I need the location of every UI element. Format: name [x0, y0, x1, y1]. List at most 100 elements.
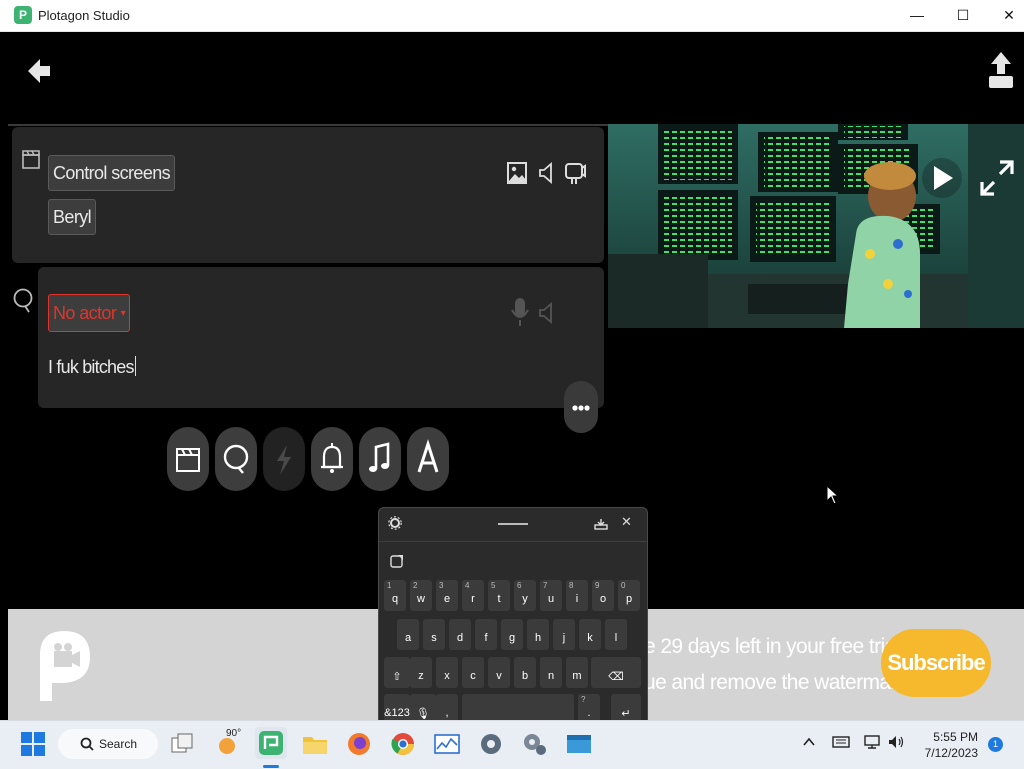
- export-button[interactable]: [986, 50, 1016, 90]
- keyboard-close-button[interactable]: ✕: [621, 514, 632, 530]
- expand-icon: [980, 160, 1014, 196]
- key-g[interactable]: g: [501, 619, 523, 650]
- maximize-button[interactable]: ☐: [940, 0, 986, 31]
- key-hint: 1: [387, 581, 392, 590]
- camera-icon[interactable]: [564, 160, 586, 191]
- key-f[interactable]: f: [475, 619, 497, 650]
- add-sound-effect-button[interactable]: [311, 427, 353, 491]
- dock-icon: [594, 519, 608, 530]
- show-hidden-icons-button[interactable]: [802, 735, 816, 754]
- scene-card[interactable]: [12, 127, 604, 263]
- plotagon-app-icon: P: [14, 6, 32, 24]
- clock-date[interactable]: 7/12/2023: [916, 746, 978, 760]
- key-s[interactable]: s: [423, 619, 445, 650]
- key-label: k: [587, 632, 593, 644]
- key-a[interactable]: a: [397, 619, 419, 650]
- taskbar-settings[interactable]: [476, 729, 506, 759]
- key-label: ↵: [621, 708, 631, 720]
- actor-dropdown[interactable]: No actor ▾: [48, 294, 131, 332]
- key-label: u: [547, 593, 555, 605]
- image-icon[interactable]: [506, 161, 528, 190]
- key-y[interactable]: 6y: [514, 580, 536, 611]
- taskbar-plotagon[interactable]: [255, 727, 287, 759]
- key-l[interactable]: l: [605, 619, 627, 650]
- subscribe-button[interactable]: Subscribe: [881, 629, 991, 697]
- window-app-icon: [567, 735, 591, 753]
- key-r[interactable]: 4r: [462, 580, 484, 611]
- key-label: o: [599, 593, 607, 605]
- minimize-button[interactable]: —: [894, 0, 940, 31]
- key-p[interactable]: 0p: [618, 580, 640, 611]
- taskbar-file-explorer[interactable]: [300, 729, 330, 759]
- key-shift[interactable]: ⇧: [384, 657, 410, 688]
- keyboard-settings-button[interactable]: [388, 516, 402, 535]
- speaker-icon[interactable]: [538, 302, 554, 329]
- key-d[interactable]: d: [449, 619, 471, 650]
- dialog-card[interactable]: [38, 267, 604, 408]
- key-label: t: [497, 593, 501, 605]
- taskbar-monitor-app[interactable]: [432, 729, 462, 759]
- key-backspace[interactable]: ⌫: [591, 657, 641, 688]
- emoji-panel-button[interactable]: [390, 554, 404, 573]
- key-i[interactable]: 8i: [566, 580, 588, 611]
- key-v[interactable]: v: [488, 657, 510, 688]
- key-q[interactable]: 1q: [384, 580, 406, 611]
- chart-app-icon: [434, 734, 460, 754]
- more-options-button[interactable]: [564, 381, 598, 433]
- key-hint: 7: [543, 581, 548, 590]
- taskbar-control-panel[interactable]: [520, 729, 550, 759]
- taskbar-keyboard-app[interactable]: [564, 729, 594, 759]
- mouse-cursor: [826, 484, 840, 510]
- add-music-button[interactable]: [359, 427, 401, 491]
- speaker-icon[interactable]: [538, 162, 554, 189]
- notification-badge[interactable]: 1: [988, 737, 1003, 752]
- window-title-bar: P Plotagon Studio — ☐ ✕: [0, 0, 1024, 32]
- add-dialog-button[interactable]: [215, 427, 257, 491]
- play-button[interactable]: [922, 158, 962, 198]
- taskbar-firefox[interactable]: [344, 729, 374, 759]
- key-h[interactable]: h: [527, 619, 549, 650]
- dialog-text-input[interactable]: I fuk bitches: [48, 356, 136, 378]
- clock-time[interactable]: 5:55 PM: [916, 730, 978, 744]
- key-j[interactable]: j: [553, 619, 575, 650]
- add-scene-button[interactable]: [167, 427, 209, 491]
- key-m[interactable]: m: [566, 657, 588, 688]
- key-z[interactable]: z: [410, 657, 432, 688]
- chevron-down-icon: ▾: [120, 308, 126, 319]
- volume-tray-icon[interactable]: [887, 734, 905, 755]
- key-label: j: [562, 632, 566, 644]
- taskbar-search[interactable]: Search: [58, 729, 158, 759]
- close-button[interactable]: ✕: [986, 0, 1024, 31]
- back-button[interactable]: [26, 56, 54, 86]
- taskbar-chrome[interactable]: [388, 729, 418, 759]
- key-n[interactable]: n: [540, 657, 562, 688]
- key-x[interactable]: x: [436, 657, 458, 688]
- touch-keyboard-tray-button[interactable]: [832, 735, 850, 754]
- location-chip[interactable]: Control screens: [48, 155, 176, 191]
- fullscreen-button[interactable]: [976, 156, 1018, 200]
- key-k[interactable]: k: [579, 619, 601, 650]
- scene-preview[interactable]: [608, 124, 1024, 328]
- key-label: d: [456, 632, 464, 644]
- key-w[interactable]: 2w: [410, 580, 432, 611]
- start-button[interactable]: [18, 729, 48, 759]
- key-o[interactable]: 9o: [592, 580, 614, 611]
- key-hint: 0: [621, 581, 626, 590]
- character-chip[interactable]: Beryl: [48, 199, 97, 235]
- key-t[interactable]: 5t: [488, 580, 510, 611]
- keyboard-drag-handle[interactable]: [498, 523, 528, 525]
- key-hint: ?: [581, 695, 586, 704]
- play-icon: [934, 166, 953, 190]
- key-e[interactable]: 3e: [436, 580, 458, 611]
- add-text-button[interactable]: [407, 427, 449, 491]
- key-b[interactable]: b: [514, 657, 536, 688]
- keyboard-dock-button[interactable]: [594, 517, 608, 536]
- weather-widget[interactable]: 90°: [214, 728, 244, 759]
- task-view-button[interactable]: [168, 729, 198, 759]
- network-tray-icon[interactable]: [864, 734, 880, 755]
- microphone-icon[interactable]: [510, 296, 530, 333]
- key-u[interactable]: 7u: [540, 580, 562, 611]
- add-action-button[interactable]: [263, 427, 305, 491]
- key-label: v: [496, 670, 502, 682]
- key-c[interactable]: c: [462, 657, 484, 688]
